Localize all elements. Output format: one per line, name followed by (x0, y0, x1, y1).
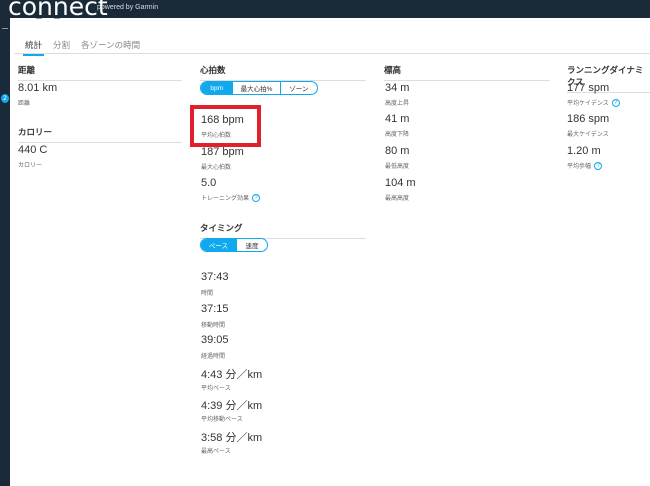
timing-value: 39:05 (201, 334, 229, 346)
timing-label: 平均移動ペース (201, 417, 243, 423)
toggle-speed[interactable]: 速度 (235, 239, 267, 251)
timing-value: 4:39 分／km (201, 400, 263, 412)
distance-label: 距離 (18, 101, 31, 107)
distance-heading: 距離 (18, 64, 182, 81)
dynamics-value: 177 spm (567, 82, 610, 94)
header-subbar (14, 18, 650, 34)
timing-label: 移動時間 (201, 323, 226, 329)
elevation-label: 高度下降 (385, 132, 410, 138)
elevation-value: 80 m (385, 145, 410, 157)
tab-stats[interactable]: 統計 (22, 39, 45, 56)
toggle-pace[interactable]: ペース (201, 239, 236, 251)
toggle-zones[interactable]: ゾーン (279, 82, 317, 94)
notification-badge[interactable]: 2 (1, 94, 9, 103)
elevation-label: 最低高度 (385, 164, 410, 170)
max-hr-label: 最大心拍数 (201, 165, 232, 171)
timing-value: 37:43 (201, 271, 229, 283)
elevation-value: 34 m (385, 82, 410, 94)
heart-rate-heading: 心拍数 (200, 64, 366, 81)
timing-label: 経過時間 (201, 354, 226, 360)
help-icon[interactable]: ? (611, 99, 620, 108)
top-navbar: connect powered by Garmin (0, 0, 650, 21)
calories-value: 440 C (18, 144, 48, 156)
dynamics-label: 平均歩幅? (567, 161, 603, 171)
training-effect-value: 5.0 (201, 177, 217, 189)
timing-label: 平均ペース (201, 386, 231, 392)
help-icon[interactable]: ? (252, 194, 261, 203)
elevation-label: 最高高度 (385, 196, 410, 202)
tab-bar: 統計 分割 各ゾーンの時間 (14, 36, 650, 56)
dynamics-label: 最大ケイデンス (567, 132, 609, 138)
elevation-value: 41 m (385, 113, 410, 125)
help-icon[interactable]: ? (594, 162, 603, 171)
timing-heading: タイミング (200, 222, 366, 239)
timing-value: 4:43 分／km (201, 369, 263, 381)
dynamics-label: 平均ケイデンス? (567, 98, 620, 108)
calories-heading: カロリー (18, 126, 182, 143)
max-hr-value: 187 bpm (201, 146, 244, 158)
logo-tagline: powered by Garmin (97, 4, 159, 11)
training-effect-label: トレーニング効果? (201, 193, 261, 203)
highlight-box (190, 105, 261, 147)
tab-time-in-zones[interactable]: 各ゾーンの時間 (81, 39, 140, 51)
calories-label: カロリー (18, 163, 43, 169)
toggle-bpm[interactable]: bpm (201, 82, 233, 94)
timing-value: 37:15 (201, 303, 229, 315)
left-sidebar: 2 (0, 18, 10, 486)
dynamics-value: 186 spm (567, 113, 610, 125)
elevation-label: 高度上昇 (385, 101, 410, 107)
timing-value: 3:58 分／km (201, 432, 263, 444)
timing-label: 最高ペース (201, 449, 231, 455)
elevation-heading: 標高 (384, 64, 550, 81)
toggle-max-hr-percent[interactable]: 最大心拍% (232, 82, 279, 94)
timing-unit-toggle: ペース 速度 (200, 238, 268, 252)
heart-rate-unit-toggle: bpm 最大心拍% ゾーン (200, 81, 318, 95)
dynamics-value: 1.20 m (567, 145, 601, 157)
tab-splits[interactable]: 分割 (53, 39, 70, 51)
timing-label: 時間 (201, 291, 214, 297)
elevation-value: 104 m (385, 177, 416, 189)
menu-icon[interactable] (2, 28, 8, 29)
distance-value: 8.01 km (18, 82, 58, 94)
